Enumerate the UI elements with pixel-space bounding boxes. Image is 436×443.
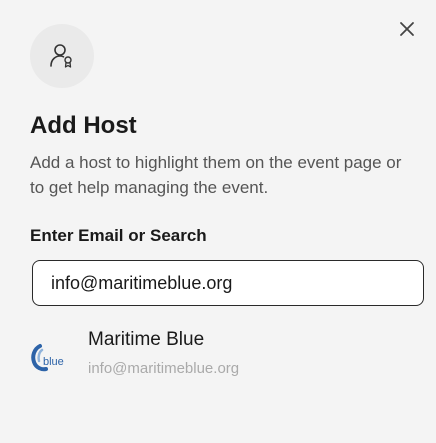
host-icon-container (30, 24, 94, 88)
close-button[interactable] (392, 14, 422, 44)
email-search-input[interactable] (32, 260, 424, 306)
result-name: Maritime Blue (88, 329, 205, 350)
email-search-label: Enter Email or Search (30, 226, 207, 245)
maritime-blue-logo: blue (31, 344, 64, 372)
dialog-description: Add a host to highlight them on the even… (30, 153, 402, 197)
add-host-icon (50, 44, 72, 68)
dialog-title: Add Host (30, 112, 137, 139)
result-email: info@maritimeblue.org (88, 360, 240, 377)
add-host-dialog: Add Host Add a host to highlight them on… (0, 0, 436, 443)
logo-text: blue (43, 356, 64, 368)
close-icon (400, 22, 414, 36)
search-result-item[interactable]: blue Maritime Blue info@maritimeblue.org (30, 328, 239, 377)
